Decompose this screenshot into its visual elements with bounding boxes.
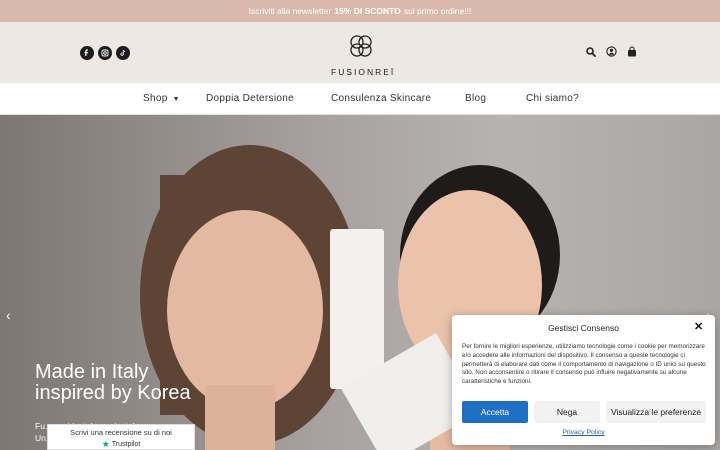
tiktok-icon[interactable] — [116, 46, 130, 60]
deny-button[interactable]: Nega — [534, 401, 600, 423]
brand-logo[interactable]: FUSIONREÏ — [331, 32, 396, 77]
consent-body: Per fornire le migliori esperienze, util… — [462, 343, 706, 386]
nav-item-consulenza-skincare[interactable]: Consulenza Skincare — [331, 93, 431, 104]
announcement-pre: Iscriviti alla newsletter — [248, 6, 332, 16]
cookie-consent-dialog: Gestisci Consenso ✕ Per fornire le migli… — [452, 315, 715, 445]
slider-prev-icon[interactable]: ‹ — [6, 307, 11, 323]
nav-item-blog[interactable]: Blog — [465, 93, 486, 104]
nav-item-shop[interactable]: Shop ▼ — [143, 93, 180, 104]
consent-title: Gestisci Consenso — [548, 323, 619, 333]
social-links — [80, 46, 130, 60]
star-icon: ★ — [101, 439, 110, 449]
header-actions — [586, 46, 637, 57]
announcement-bar[interactable]: Iscriviti alla newsletter 15% DI SCONTO … — [0, 0, 720, 22]
hero-title-line1: Made in Italy — [35, 361, 149, 383]
accept-button[interactable]: Accetta — [462, 401, 528, 423]
site-header: FUSIONREÏ — [0, 22, 720, 83]
announcement-post: sul primo ordine!!! — [403, 6, 472, 16]
announcement-highlight: 15% DI SCONTO — [334, 6, 401, 16]
privacy-policy-link[interactable]: Privacy Policy — [452, 429, 715, 436]
brand-name: FUSIONREÏ — [331, 67, 396, 77]
facebook-icon[interactable] — [80, 46, 94, 60]
nav-item-doppia-detersione[interactable]: Doppia Detersione — [206, 93, 294, 104]
main-nav: Shop ▼ Doppia Detersione Consulenza Skin… — [0, 83, 720, 115]
trustpilot-logo: ★ Trustpilot — [48, 439, 194, 450]
instagram-icon[interactable] — [98, 46, 112, 60]
cart-icon[interactable] — [627, 46, 637, 57]
caret-down-icon: ▼ — [172, 96, 180, 103]
nav-item-chi-siamo[interactable]: Chi siamo? — [526, 93, 579, 104]
close-icon[interactable]: ✕ — [694, 320, 703, 333]
preferences-button[interactable]: Visualizza le preferenze — [606, 401, 706, 423]
trustpilot-brand: Trustpilot — [111, 441, 141, 448]
hero-title-line2: inspired by Korea — [35, 382, 191, 404]
trustpilot-text: Scrivi una recensione su di noi — [70, 428, 172, 437]
account-icon[interactable] — [606, 46, 617, 57]
hero-title: Made in Italy inspired by Korea — [35, 362, 191, 404]
trustpilot-widget[interactable]: Scrivi una recensione su di noi ★ Trustp… — [47, 424, 195, 450]
logo-flower-icon — [350, 35, 372, 57]
nav-item-label: Shop — [143, 93, 168, 104]
search-icon[interactable] — [586, 46, 596, 57]
